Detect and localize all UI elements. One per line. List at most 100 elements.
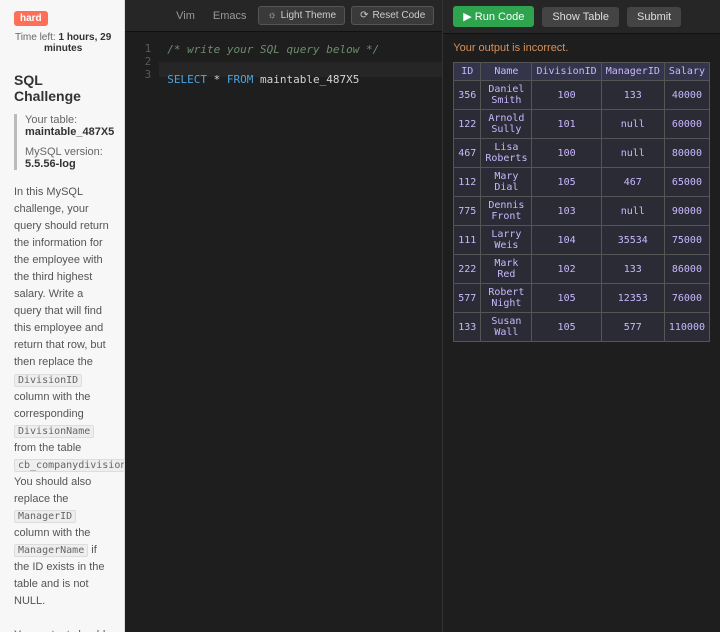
- table-row: 467Lisa Roberts100null80000: [454, 139, 710, 168]
- table-cell: Daniel Smith: [481, 81, 532, 110]
- table-cell: 101: [532, 110, 601, 139]
- table-cell: 133: [601, 255, 664, 284]
- table-row: 122Arnold Sully101null60000: [454, 110, 710, 139]
- table-cell: Dennis Front: [481, 197, 532, 226]
- table-row: 222Mark Red10213386000: [454, 255, 710, 284]
- table-cell: 35534: [601, 226, 664, 255]
- your-table-name: maintable_487X5: [25, 126, 114, 138]
- line-number: 1: [125, 42, 151, 55]
- output-body: Your output is incorrect. IDNameDivision…: [443, 34, 720, 632]
- table-cell: 90000: [664, 197, 709, 226]
- table-cell: 102: [532, 255, 601, 284]
- mysql-label: MySQL version:: [25, 146, 103, 158]
- table-header-row: IDNameDivisionIDManagerIDSalary: [454, 63, 710, 81]
- show-table-button[interactable]: Show Table: [542, 7, 619, 27]
- tab-vim[interactable]: Vim: [170, 7, 201, 25]
- desc-text: column with the corresponding: [14, 391, 90, 420]
- code-divisionname: DivisionName: [14, 425, 94, 438]
- run-code-button[interactable]: ▶ Run Code: [453, 6, 534, 27]
- editor-toolbar: Vim Emacs ☼ Light Theme ⟳ Reset Code: [125, 0, 442, 32]
- table-cell: 105: [532, 313, 601, 342]
- table-cell: null: [601, 110, 664, 139]
- table-cell: 111: [454, 226, 481, 255]
- table-cell: 105: [532, 168, 601, 197]
- table-cell: 100: [532, 139, 601, 168]
- table-cell: 80000: [664, 139, 709, 168]
- table-cell: 60000: [664, 110, 709, 139]
- submit-button[interactable]: Submit: [627, 7, 681, 27]
- code-content[interactable]: /* write your SQL query below */ SELECT …: [159, 32, 442, 632]
- desc-text: In this MySQL challenge, your query shou…: [14, 186, 109, 368]
- table-cell: 112: [454, 168, 481, 197]
- time-left: Time left: 1 hours, 29 minutes: [14, 32, 112, 54]
- table-cell: Robert Night: [481, 284, 532, 313]
- table-header-cell: Salary: [664, 63, 709, 81]
- table-row: 775Dennis Front103null90000: [454, 197, 710, 226]
- line-gutter: 1 2 3: [125, 32, 159, 632]
- table-row: 112Mary Dial10546765000: [454, 168, 710, 197]
- result-table: IDNameDivisionIDManagerIDSalary 356Danie…: [453, 62, 710, 342]
- table-cell: null: [601, 197, 664, 226]
- line-number: 3: [125, 68, 151, 81]
- table-cell: 775: [454, 197, 481, 226]
- code-editor[interactable]: 1 2 3 /* write your SQL query below */ S…: [125, 32, 442, 632]
- table-cell: 40000: [664, 81, 709, 110]
- code-managerid: ManagerID: [14, 510, 76, 523]
- code-managername: ManagerName: [14, 544, 88, 557]
- output-toolbar: ▶ Run Code Show Table Submit: [443, 0, 720, 34]
- difficulty-badge: hard: [14, 11, 48, 26]
- table-cell: 122: [454, 110, 481, 139]
- sidebar: hard Time left: 1 hours, 29 minutes SQL …: [0, 0, 125, 632]
- reset-code-button[interactable]: ⟳ Reset Code: [351, 6, 434, 25]
- editor-column: Vim Emacs ☼ Light Theme ⟳ Reset Code 1 2…: [125, 0, 443, 632]
- table-cell: Mark Red: [481, 255, 532, 284]
- output-warning: Your output is incorrect.: [453, 42, 710, 54]
- meta-block: Your table:maintable_487X5 MySQL version…: [14, 114, 112, 170]
- code-comment: /* write your SQL query below */: [167, 43, 379, 56]
- line-number: 2: [125, 55, 151, 68]
- challenge-description: In this MySQL challenge, your query shou…: [14, 184, 112, 632]
- table-cell: 133: [454, 313, 481, 342]
- table-header-cell: Name: [481, 63, 532, 81]
- app-root: hard Time left: 1 hours, 29 minutes SQL …: [0, 0, 720, 632]
- light-theme-button[interactable]: ☼ Light Theme: [258, 6, 345, 25]
- reset-code-label: Reset Code: [372, 10, 425, 21]
- table-cell: Mary Dial: [481, 168, 532, 197]
- desc-text: from the table: [14, 442, 81, 454]
- tab-emacs[interactable]: Emacs: [207, 7, 253, 25]
- table-header-cell: DivisionID: [532, 63, 601, 81]
- table-cell: null: [601, 139, 664, 168]
- table-cell: 577: [601, 313, 664, 342]
- table-cell: Larry Weis: [481, 226, 532, 255]
- light-theme-label: Light Theme: [281, 10, 336, 21]
- code-companydivisions: cb_companydivisions: [14, 459, 125, 472]
- table-cell: 75000: [664, 226, 709, 255]
- table-row: 133Susan Wall105577110000: [454, 313, 710, 342]
- sun-icon: ☼: [267, 10, 276, 21]
- code-divisionid: DivisionID: [14, 374, 82, 387]
- table-cell: 104: [532, 226, 601, 255]
- table-cell: 222: [454, 255, 481, 284]
- table-cell: 65000: [664, 168, 709, 197]
- table-cell: 86000: [664, 255, 709, 284]
- table-row: 577Robert Night1051235376000: [454, 284, 710, 313]
- table-cell: 100: [532, 81, 601, 110]
- table-cell: 105: [532, 284, 601, 313]
- your-table-label: Your table:: [25, 114, 77, 126]
- table-row: 111Larry Weis1043553475000: [454, 226, 710, 255]
- mysql-version: 5.5.56-log: [25, 158, 76, 170]
- table-cell: 103: [532, 197, 601, 226]
- time-label: Time left:: [15, 32, 59, 43]
- table-cell: 110000: [664, 313, 709, 342]
- table-cell: 133: [601, 81, 664, 110]
- table-cell: 467: [454, 139, 481, 168]
- table-cell: 356: [454, 81, 481, 110]
- table-header-cell: ManagerID: [601, 63, 664, 81]
- table-cell: Lisa Roberts: [481, 139, 532, 168]
- table-cell: 76000: [664, 284, 709, 313]
- page-title: SQL Challenge: [14, 72, 112, 104]
- desc-text: column with the: [14, 527, 90, 539]
- table-header-cell: ID: [454, 63, 481, 81]
- table-cell: 467: [601, 168, 664, 197]
- table-cell: Arnold Sully: [481, 110, 532, 139]
